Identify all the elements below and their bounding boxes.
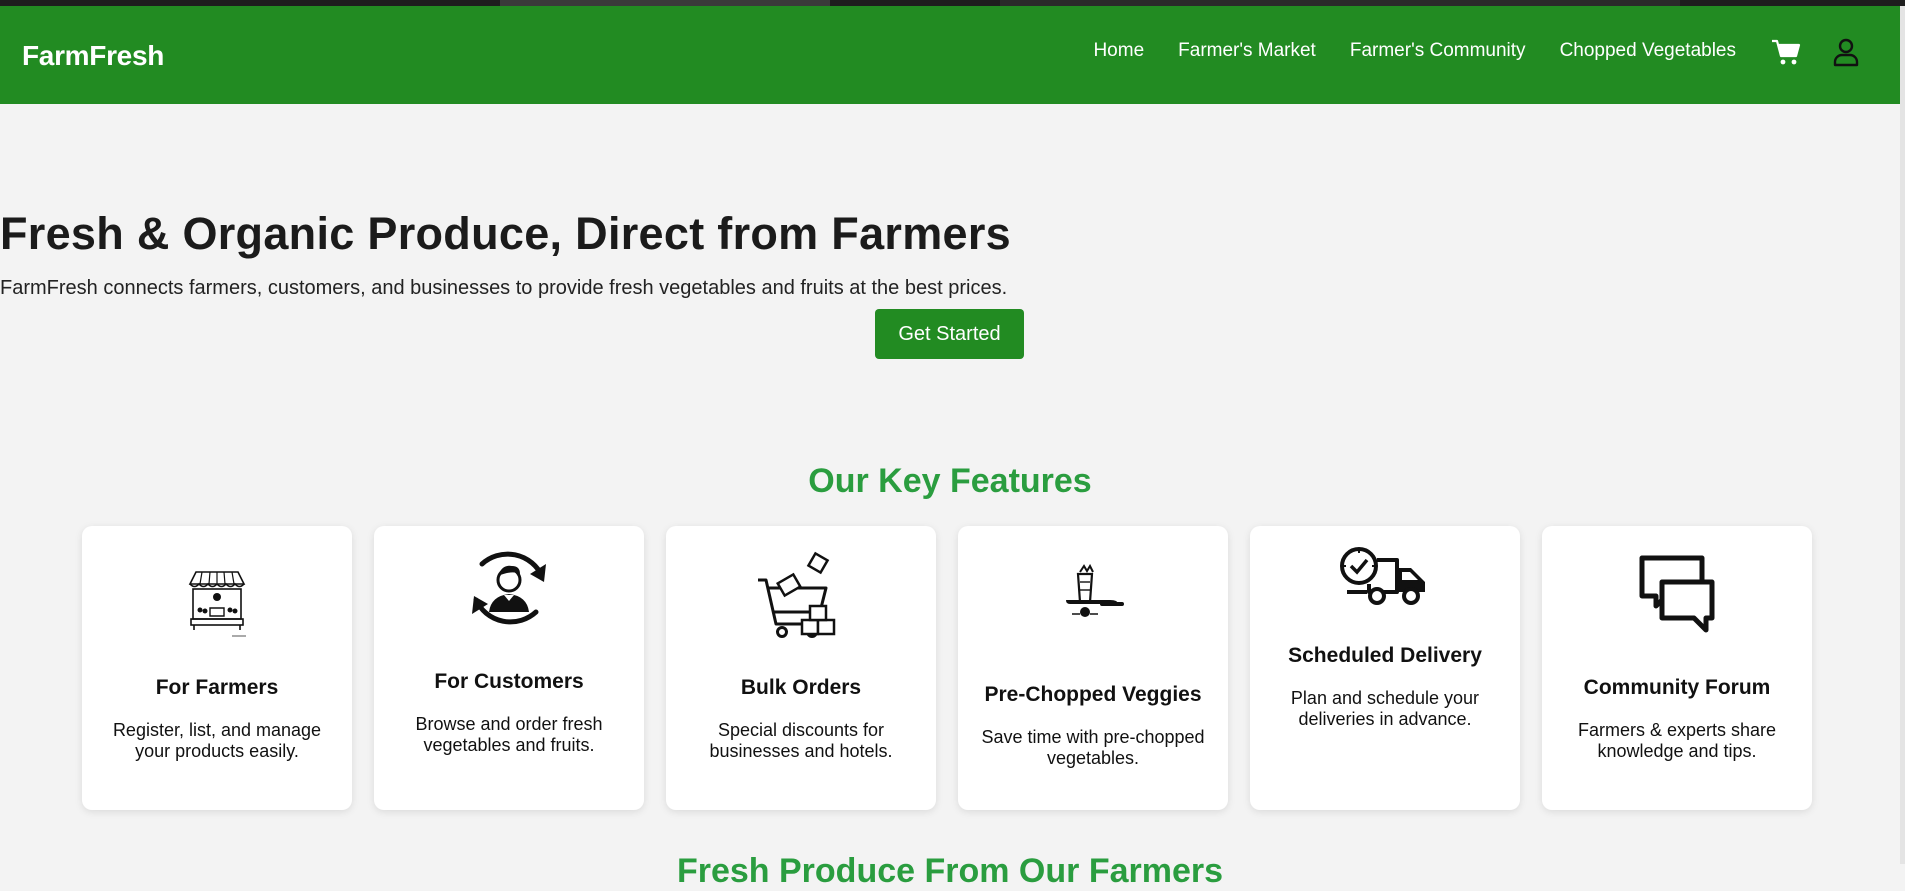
feature-card-forum[interactable]: Community Forum Farmers & experts share …	[1542, 526, 1812, 810]
feature-card-title: For Customers	[434, 670, 584, 693]
feature-cards: For Farmers Register, list, and manage y…	[82, 526, 1812, 810]
feature-card-title: For Farmers	[155, 676, 279, 699]
feature-card-delivery[interactable]: Scheduled Delivery Plan and schedule you…	[1250, 526, 1520, 810]
chat-bubbles-icon	[1636, 552, 1718, 636]
get-started-button[interactable]: Get Started	[875, 309, 1024, 359]
feature-card-desc: Plan and schedule your deliveries in adv…	[1290, 688, 1480, 729]
feature-card-prechopped[interactable]: Pre-Chopped Veggies Save time with pre-c…	[958, 526, 1228, 810]
scrollbar-track[interactable]	[1900, 6, 1905, 864]
navbar: FarmFresh Home Farmer's Market Farmer's …	[0, 6, 1900, 104]
nav-link-home[interactable]: Home	[1093, 40, 1144, 62]
nav-link-chopped-vegetables[interactable]: Chopped Vegetables	[1560, 40, 1736, 62]
feature-card-desc: Farmers & experts share knowledge and ti…	[1577, 720, 1777, 761]
nav-link-farmers-market[interactable]: Farmer's Market	[1178, 40, 1316, 62]
market-stall-icon	[186, 566, 248, 638]
feature-card-desc: Register, list, and manage your products…	[112, 720, 322, 761]
delivery-truck-icon	[1339, 546, 1431, 610]
cart-icon[interactable]	[1770, 36, 1802, 68]
user-icon[interactable]	[1830, 36, 1862, 68]
brand-logo[interactable]: FarmFresh	[22, 40, 164, 72]
feature-card-desc: Special discounts for businesses and hot…	[709, 720, 893, 761]
feature-card-title: Community Forum	[1583, 676, 1771, 699]
feature-card-title: Scheduled Delivery	[1288, 644, 1482, 667]
customer-cycle-icon	[462, 546, 556, 632]
features-heading: Our Key Features	[808, 462, 1092, 500]
knife-carrot-icon	[1060, 564, 1126, 622]
hero-subtitle: FarmFresh connects farmers, customers, a…	[0, 277, 1008, 299]
feature-card-desc: Save time with pre-chopped vegetables.	[981, 727, 1205, 768]
feature-card-bulk[interactable]: Bulk Orders Special discounts for busine…	[666, 526, 936, 810]
nav-links: Home Farmer's Market Farmer's Community …	[1093, 40, 1736, 62]
feature-card-farmers[interactable]: For Farmers Register, list, and manage y…	[82, 526, 352, 810]
feature-card-title: Bulk Orders	[740, 676, 862, 699]
bulk-cart-icon	[756, 550, 846, 640]
feature-card-title: Pre-Chopped Veggies	[984, 683, 1202, 706]
fresh-produce-heading: Fresh Produce From Our Farmers	[676, 852, 1224, 890]
feature-card-customers[interactable]: For Customers Browse and order fresh veg…	[374, 526, 644, 810]
hero-title: Fresh & Organic Produce, Direct from Far…	[0, 208, 1011, 259]
nav-link-farmers-community[interactable]: Farmer's Community	[1350, 40, 1526, 62]
feature-card-desc: Browse and order fresh vegetables and fr…	[415, 714, 603, 755]
